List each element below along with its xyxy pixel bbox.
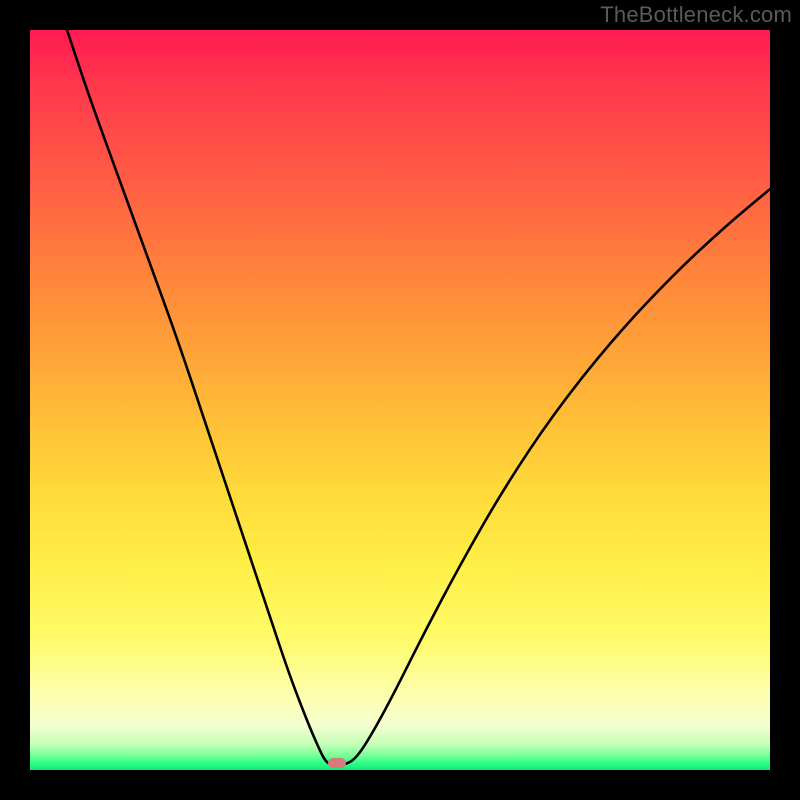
plot-area [30, 30, 770, 770]
chart-frame: TheBottleneck.com [0, 0, 800, 800]
bottleneck-curve [30, 30, 770, 770]
optimal-point-marker [328, 758, 346, 768]
watermark-label: TheBottleneck.com [600, 2, 792, 28]
